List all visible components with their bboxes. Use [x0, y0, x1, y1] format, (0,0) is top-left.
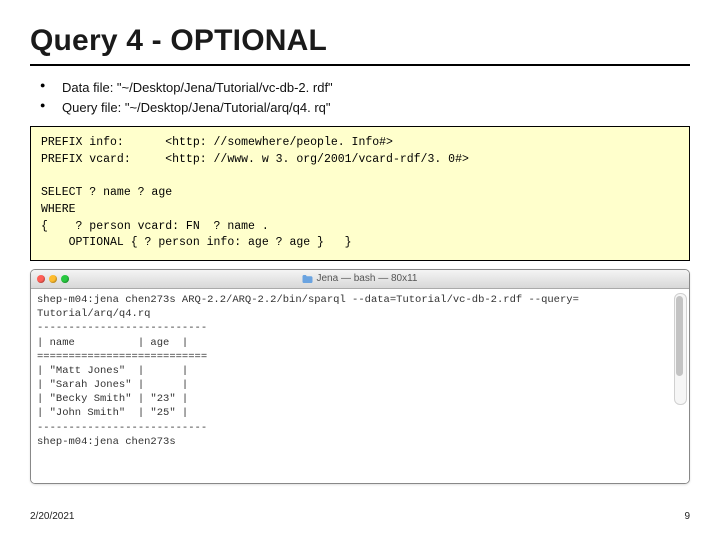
- footer-page-number: 9: [684, 511, 690, 522]
- close-icon[interactable]: [37, 275, 45, 283]
- terminal-line: | name | age |: [37, 337, 188, 349]
- footer-date: 2/20/2021: [30, 511, 75, 522]
- terminal-line: ---------------------------: [37, 422, 207, 434]
- terminal-titlebar: Jena — bash — 80x11: [31, 270, 689, 289]
- terminal-line: | "Sarah Jones" | |: [37, 379, 188, 391]
- zoom-icon[interactable]: [61, 275, 69, 283]
- title-divider: [30, 64, 690, 66]
- scrollbar-thumb[interactable]: [676, 296, 683, 376]
- terminal-line: | "John Smith" | "25" |: [37, 407, 188, 419]
- minimize-icon[interactable]: [49, 275, 57, 283]
- terminal-line: | "Becky Smith" | "23" |: [37, 393, 188, 405]
- slide: Query 4 - OPTIONAL Data file: "~/Desktop…: [0, 0, 720, 540]
- terminal-line: shep-m04:jena chen273s: [37, 436, 176, 448]
- scrollbar[interactable]: [674, 293, 687, 405]
- terminal-title: Jena — bash — 80x11: [303, 273, 418, 284]
- sparql-code-block: PREFIX info: <http: //somewhere/people. …: [30, 126, 690, 261]
- terminal-line: Tutorial/arq/q4.rq: [37, 308, 150, 320]
- bullet-item: Query file: "~/Desktop/Jena/Tutorial/arq…: [40, 98, 690, 118]
- terminal-line: ===========================: [37, 351, 207, 363]
- terminal-window: Jena — bash — 80x11 shep-m04:jena chen27…: [30, 269, 690, 484]
- window-controls: [31, 275, 69, 283]
- slide-title: Query 4 - OPTIONAL: [30, 24, 690, 58]
- terminal-line: ---------------------------: [37, 322, 207, 334]
- bullet-item: Data file: "~/Desktop/Jena/Tutorial/vc-d…: [40, 78, 690, 98]
- folder-icon: [303, 275, 313, 283]
- bullet-list: Data file: "~/Desktop/Jena/Tutorial/vc-d…: [40, 78, 690, 118]
- terminal-line: shep-m04:jena chen273s ARQ-2.2/ARQ-2.2/b…: [37, 294, 579, 306]
- terminal-body: shep-m04:jena chen273s ARQ-2.2/ARQ-2.2/b…: [31, 289, 689, 483]
- terminal-title-text: Jena — bash — 80x11: [317, 273, 418, 284]
- terminal-line: | "Matt Jones" | |: [37, 365, 188, 377]
